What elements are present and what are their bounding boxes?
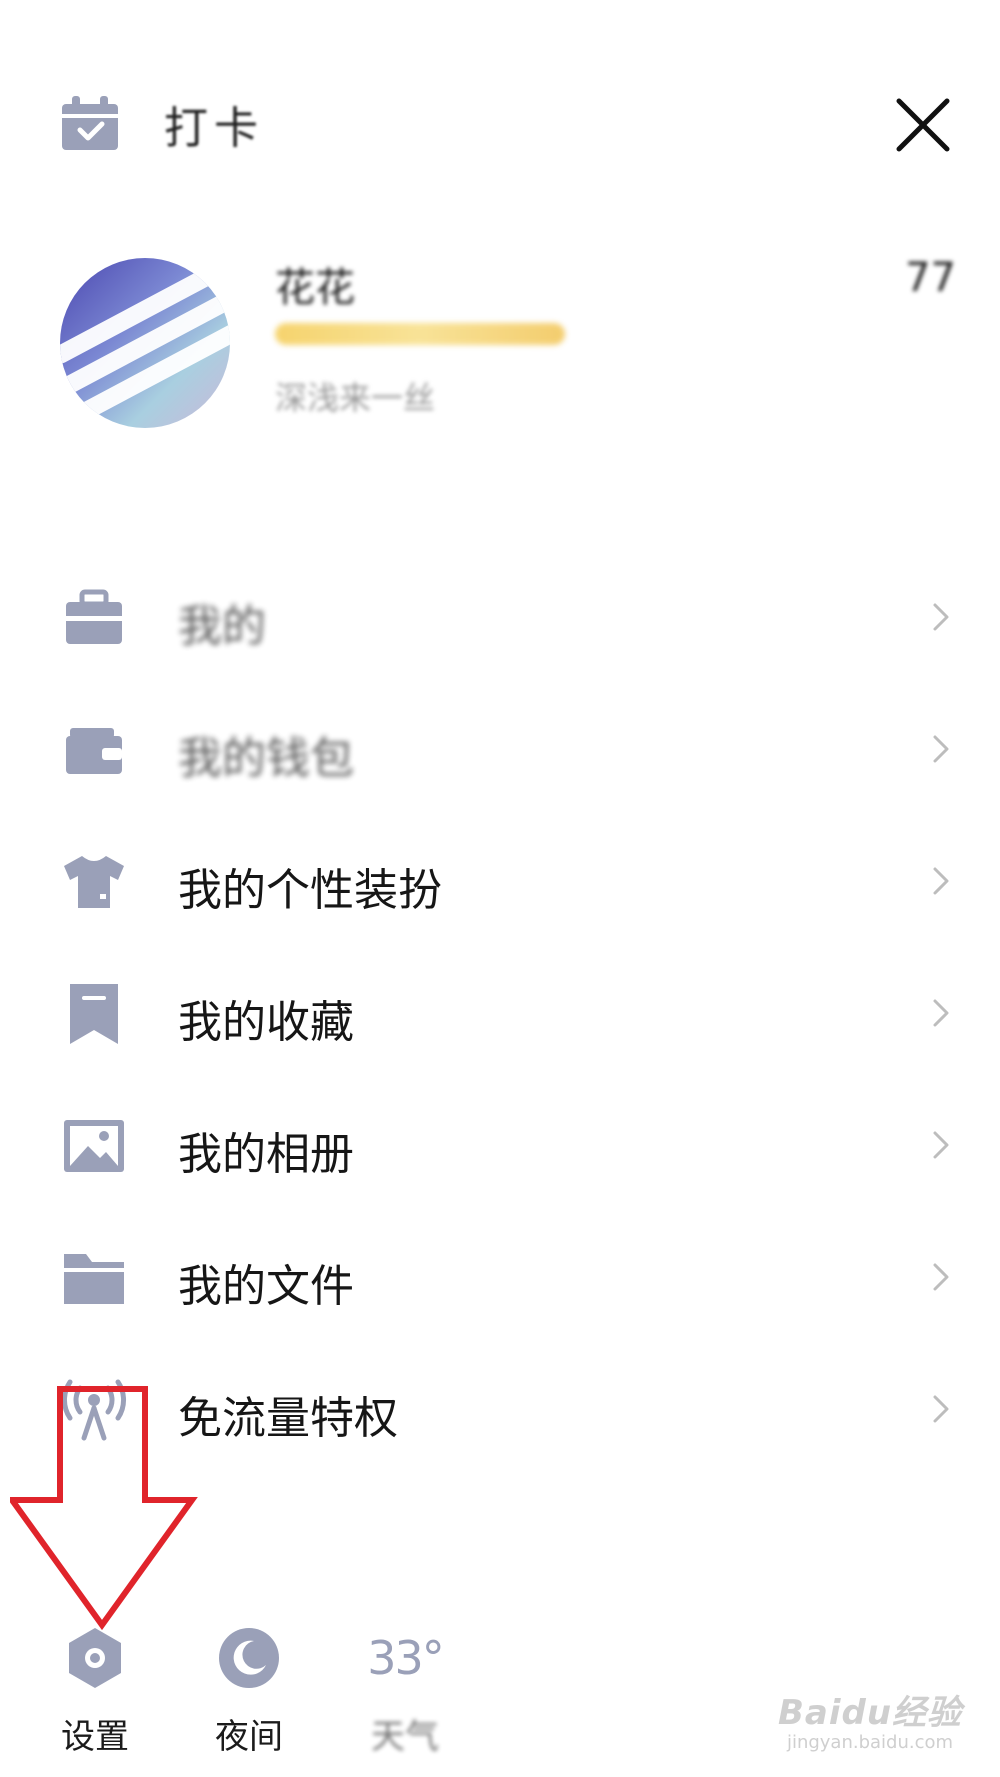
settings-label: 设置 xyxy=(61,1717,129,1757)
menu-list: 我的 我的钱包 我的个性装扮 我的收藏 我的相册 我的文件 免流量特权 xyxy=(0,550,1000,1474)
chevron-right-icon xyxy=(933,603,949,631)
close-icon[interactable] xyxy=(893,95,953,155)
settings-button[interactable]: 设置 xyxy=(40,1625,150,1758)
menu-item-6[interactable]: 免流量特权 xyxy=(0,1342,1000,1474)
night-label: 夜间 xyxy=(215,1717,283,1757)
temperature-value: 33° xyxy=(367,1631,445,1685)
calendar-check-icon xyxy=(62,96,118,150)
watermark-brand: Baidu经验 xyxy=(777,1693,963,1733)
profile-extra: 77 xyxy=(905,255,956,301)
profile-card[interactable]: 花花 77 深浅来一丝 xyxy=(60,255,960,435)
avatar[interactable] xyxy=(60,258,230,428)
menu-item-4[interactable]: 我的相册 xyxy=(0,1078,1000,1210)
weather-button[interactable]: 33° 天气 xyxy=(350,1625,460,1758)
menu-item-1[interactable]: 我的钱包 xyxy=(0,682,1000,814)
night-mode-button[interactable]: 夜间 xyxy=(194,1625,304,1758)
chevron-right-icon xyxy=(933,999,949,1027)
menu-item-2[interactable]: 我的个性装扮 xyxy=(0,814,1000,946)
shirt-icon xyxy=(64,856,124,908)
moon-icon xyxy=(219,1628,279,1688)
checkin-label: 打卡 xyxy=(164,103,264,154)
menu-item-label: 免流量特权 xyxy=(178,1393,398,1444)
signal-icon xyxy=(62,1379,126,1441)
chevron-right-icon xyxy=(933,1131,949,1159)
profile-bio: 深浅来一丝 xyxy=(275,379,436,417)
chevron-right-icon xyxy=(933,1263,949,1291)
chevron-right-icon xyxy=(933,867,949,895)
gear-icon xyxy=(69,1628,121,1688)
chevron-right-icon xyxy=(933,735,949,763)
menu-item-label: 我的个性装扮 xyxy=(178,865,442,916)
watermark-url: jingyan.baidu.com xyxy=(786,1732,954,1753)
menu-item-label: 我的相册 xyxy=(178,1129,354,1180)
folder-icon xyxy=(64,1254,124,1304)
menu-item-label: 我的文件 xyxy=(178,1261,354,1312)
menu-item-3[interactable]: 我的收藏 xyxy=(0,946,1000,1078)
menu-item-label: 我的钱包 xyxy=(178,733,354,784)
menu-item-label: 我的收藏 xyxy=(178,997,354,1048)
bookmark-icon xyxy=(70,984,118,1044)
image-icon xyxy=(64,1120,124,1172)
wallet-icon xyxy=(66,728,122,774)
vip-badge xyxy=(275,323,565,345)
profile-name: 花花 xyxy=(275,265,355,311)
top-bar: 打卡 xyxy=(0,0,1000,240)
menu-item-label: 我的 xyxy=(178,601,266,652)
chevron-right-icon xyxy=(933,1395,949,1423)
menu-item-0[interactable]: 我的 xyxy=(0,550,1000,682)
bottom-bar: 设置 夜间 33° 天气 xyxy=(0,1625,600,1765)
weather-label: 天气 xyxy=(371,1717,439,1757)
bag-icon xyxy=(66,589,122,644)
watermark: Baidu经验 jingyan.baidu.com xyxy=(770,1685,970,1765)
checkin-button[interactable]: 打卡 xyxy=(60,92,264,156)
menu-item-5[interactable]: 我的文件 xyxy=(0,1210,1000,1342)
